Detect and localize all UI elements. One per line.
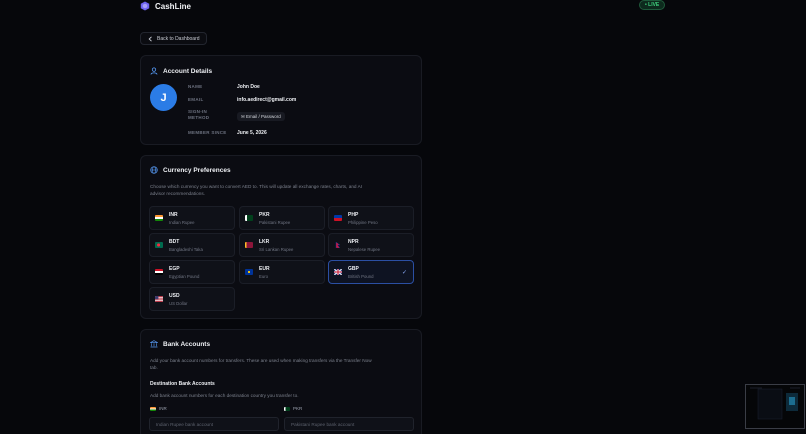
pakistan-flag-icon	[284, 406, 290, 411]
currency-code: INR	[169, 212, 178, 218]
bank-desc-line1: Add your bank account numbers for transf…	[150, 358, 372, 363]
currency-name: Euro	[259, 274, 269, 279]
account-details-card: Account Details J NAME John Doe EMAIL in…	[140, 55, 422, 145]
pkr-bank-label: PKR	[284, 406, 302, 411]
bank-accounts-card: Bank Accounts Add your bank account numb…	[140, 329, 422, 434]
member-since-label: MEMBER SINCE	[188, 130, 227, 135]
account-details-heading: Account Details	[150, 67, 212, 75]
currency-name: British Pound	[348, 274, 374, 279]
currency-name: Egyptian Pound	[169, 274, 200, 279]
app-logo[interactable]: CashLine	[140, 1, 191, 11]
top-bar: CashLine • LIVE	[0, 0, 806, 12]
currency-name: Nepalese Rupee	[348, 247, 381, 252]
inr-bank-code: INR	[159, 406, 167, 411]
currency-option-gbp[interactable]: GBP British Pound ✓	[328, 260, 414, 284]
email-label: EMAIL	[188, 97, 204, 102]
live-status-badge: • LIVE	[639, 0, 666, 10]
screen-preview-thumbnail[interactable]	[745, 384, 805, 429]
currency-code: NPR	[348, 239, 359, 245]
currency-preferences-title: Currency Preferences	[163, 166, 231, 174]
name-value: John Doe	[237, 84, 260, 90]
name-label: NAME	[188, 84, 203, 89]
currency-description: Choose which currency you want to conver…	[150, 183, 362, 197]
bank-accounts-heading: Bank Accounts	[150, 340, 210, 348]
currency-code: USD	[169, 293, 180, 299]
envelope-icon: ✉	[241, 114, 245, 119]
sri-lanka-flag-icon	[245, 242, 253, 248]
eu-flag-icon	[245, 269, 253, 275]
destination-accounts-description: Add bank account numbers for each destin…	[150, 393, 299, 398]
currency-name: Philippine Peso	[348, 220, 378, 225]
inr-bank-label: INR	[150, 406, 167, 411]
currency-option-usd[interactable]: USD US Dollar	[149, 287, 235, 311]
email-value: info.aedirect@gmail.com	[237, 97, 297, 103]
bank-description: Add your bank account numbers for transf…	[150, 357, 372, 371]
member-since-value: June 5, 2026	[237, 130, 267, 136]
currency-code: EGP	[169, 266, 180, 272]
currency-code: EUR	[259, 266, 270, 272]
signin-method-value: Email / Password	[246, 114, 281, 119]
currency-name: US Dollar	[169, 301, 188, 306]
back-to-dashboard-button[interactable]: Back to Dashboard	[140, 32, 207, 45]
currency-option-inr[interactable]: INR Indian Rupee	[149, 206, 235, 230]
chevron-left-icon	[148, 35, 152, 42]
currency-code: LKR	[259, 239, 270, 245]
pkr-bank-account-input[interactable]	[284, 417, 414, 431]
currency-name: Pakistani Rupee	[259, 220, 291, 225]
india-flag-icon	[155, 215, 163, 221]
logo-hexagon-icon	[140, 1, 150, 11]
user-icon	[150, 67, 158, 75]
currency-option-egp[interactable]: EGP Egyptian Pound	[149, 260, 235, 284]
currency-name: Sri Lankan Rupee	[259, 247, 294, 252]
currency-desc-line1: Choose which currency you want to conver…	[150, 184, 363, 189]
inr-bank-account-input[interactable]	[149, 417, 279, 431]
currency-name: Indian Rupee	[169, 220, 195, 225]
bank-accounts-title: Bank Accounts	[163, 340, 211, 348]
currency-option-lkr[interactable]: LKR Sri Lankan Rupee	[239, 233, 325, 257]
globe-icon	[150, 166, 158, 174]
app-name: CashLine	[155, 1, 192, 11]
currency-code: BDT	[169, 239, 180, 245]
nepal-flag-icon	[335, 242, 341, 248]
avatar: J	[150, 84, 177, 111]
bank-icon	[150, 340, 158, 348]
checkmark-icon: ✓	[401, 270, 407, 276]
currency-preferences-heading: Currency Preferences	[150, 166, 231, 174]
currency-option-php[interactable]: PHP Philippine Peso	[328, 206, 414, 230]
currency-name: Bangladeshi Taka	[169, 247, 203, 252]
signin-method-label: SIGN-IN METHOD	[188, 109, 209, 121]
currency-option-pkr[interactable]: PKR Pakistani Rupee	[239, 206, 325, 230]
currency-code: PHP	[348, 212, 359, 218]
us-flag-icon	[155, 296, 163, 302]
pakistan-flag-icon	[245, 215, 253, 221]
currency-code: GBP	[348, 266, 359, 272]
india-flag-icon	[150, 406, 156, 411]
preview-image	[750, 387, 800, 420]
signin-label-line2: METHOD	[188, 115, 210, 120]
back-label: Back to Dashboard	[157, 35, 200, 42]
bangladesh-flag-icon	[155, 242, 163, 248]
currency-option-eur[interactable]: EUR Euro	[239, 260, 325, 284]
bank-desc-line2: tab.	[150, 365, 158, 370]
pkr-bank-code: PKR	[293, 406, 303, 411]
account-details-title: Account Details	[163, 67, 213, 75]
destination-accounts-title: Destination Bank Accounts	[150, 381, 215, 387]
currency-code: PKR	[259, 212, 270, 218]
currency-desc-line2: advisor recommendations.	[150, 191, 205, 196]
philippines-flag-icon	[334, 215, 342, 221]
signin-method-pill: ✉ Email / Password	[237, 112, 285, 121]
uk-flag-icon	[334, 269, 342, 275]
currency-preferences-card: Currency Preferences Choose which curren…	[140, 155, 422, 319]
egypt-flag-icon	[155, 269, 163, 275]
currency-option-bdt[interactable]: BDT Bangladeshi Taka	[149, 233, 235, 257]
currency-option-npr[interactable]: NPR Nepalese Rupee	[328, 233, 414, 257]
